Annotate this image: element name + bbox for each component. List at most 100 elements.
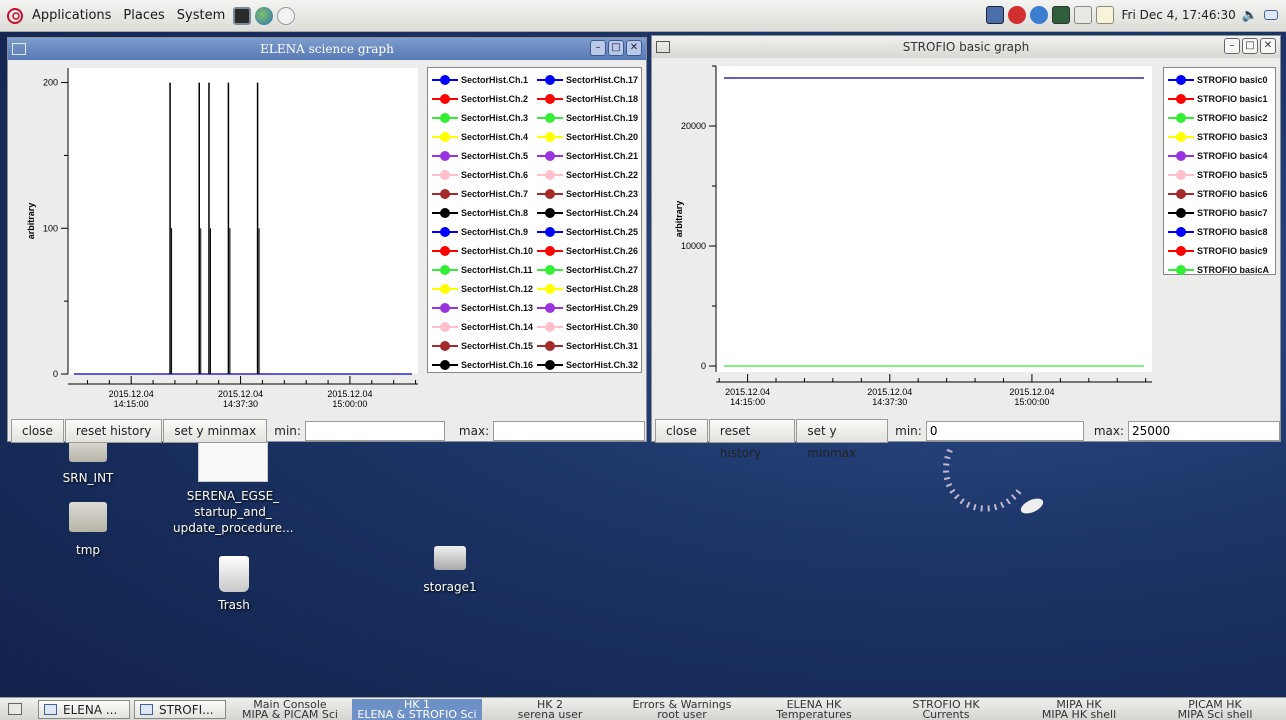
- x-tick-date-label: 2015.12.04: [1009, 387, 1054, 397]
- browser-launcher-icon[interactable]: [255, 6, 274, 25]
- menu-places[interactable]: Places: [123, 8, 164, 23]
- update-notifier-icon[interactable]: [1007, 6, 1026, 24]
- legend-swatch-marker: [432, 284, 458, 294]
- legend-label: SectorHist.Ch.17: [566, 75, 639, 85]
- legend-label: SectorHist.Ch.12: [461, 284, 534, 294]
- taskbar-item-elena[interactable]: ELENA ...: [38, 700, 130, 719]
- monitor-icon[interactable]: [985, 6, 1004, 24]
- reset-history-button[interactable]: reset history: [708, 419, 796, 460]
- legend-swatch-marker: [537, 208, 563, 218]
- legend-label: SectorHist.Ch.11: [461, 265, 533, 275]
- maximize-button[interactable]: □: [1242, 38, 1258, 54]
- x-tick-date-label: 2015.12.04: [109, 389, 154, 399]
- close-button[interactable]: close: [11, 419, 64, 443]
- legend-label: SectorHist.Ch.27: [566, 265, 639, 275]
- menu-applications[interactable]: Applications: [32, 8, 111, 23]
- desktop-icon-tmp[interactable]: tmp: [48, 502, 128, 557]
- y-tick-label: 200: [43, 78, 58, 88]
- set-y-minmax-button[interactable]: set y minmax: [163, 419, 268, 443]
- max-input[interactable]: [493, 421, 646, 441]
- workspace-3[interactable]: HK 2 serena user: [486, 699, 614, 720]
- accessibility-icon[interactable]: [1029, 6, 1048, 24]
- elena-window-titlebar[interactable]: ELENA science graph – □ ✕: [8, 38, 646, 60]
- legend-entry: STROFIO basic5: [1168, 166, 1268, 184]
- legend-entry: SectorHist.Ch.18: [537, 90, 638, 108]
- search-icon[interactable]: [1073, 6, 1092, 24]
- menu-system[interactable]: System: [177, 8, 225, 23]
- desktop-icon-storage1[interactable]: storage1: [410, 546, 490, 594]
- x-tick-date-label: 2015.12.04: [725, 387, 770, 397]
- legend-entry: SectorHist.Ch.10: [432, 242, 533, 260]
- x-tick-date-label: 2015.12.04: [327, 389, 372, 399]
- strofio-window-titlebar[interactable]: STROFIO basic graph – □ ✕: [652, 36, 1280, 58]
- show-desktop-icon[interactable]: [8, 703, 22, 715]
- legend-entry: SectorHist.Ch.16: [432, 356, 533, 374]
- x-tick-time-label: 14:15:00: [114, 399, 149, 409]
- desktop-icon-serena-egse-doc[interactable]: SERENA_EGSE_ startup_and_ update_procedu…: [158, 440, 308, 536]
- workspace-2[interactable]: HK 1 ELENA & STROFIO Sci: [352, 699, 482, 720]
- desktop-icon-trash[interactable]: Trash: [194, 556, 274, 612]
- reset-history-button[interactable]: reset history: [64, 419, 163, 443]
- legend-swatch-marker: [537, 227, 563, 237]
- minimize-button[interactable]: –: [1224, 38, 1240, 54]
- legend-label: SectorHist.Ch.14: [461, 322, 534, 332]
- elena-legend: SectorHist.Ch.1 SectorHist.Ch.2 SectorHist…: [427, 67, 642, 373]
- legend-entry: SectorHist.Ch.1: [432, 71, 528, 89]
- taskbar-item-strofio[interactable]: STROFI...: [134, 700, 226, 719]
- display-icon[interactable]: [1051, 6, 1070, 24]
- legend-swatch-marker: [537, 75, 563, 85]
- min-input[interactable]: [925, 421, 1084, 441]
- min-label: min:: [274, 424, 301, 438]
- legend-label: STROFIO basic5: [1197, 170, 1268, 180]
- workspace-4[interactable]: Errors & Warnings root user: [618, 699, 746, 720]
- workspace-1[interactable]: Main Console MIPA & PICAM Sci: [232, 699, 348, 720]
- legend-label: STROFIO basic1: [1197, 94, 1268, 104]
- distro-logo-icon[interactable]: [6, 7, 24, 25]
- workspace-5[interactable]: ELENA HK Temperatures: [750, 699, 878, 720]
- volume-icon[interactable]: 🔈: [1242, 8, 1258, 23]
- window-icon: [44, 704, 57, 715]
- show-desktop-icon[interactable]: [1264, 10, 1278, 20]
- legend-entry: SectorHist.Ch.4: [432, 128, 528, 146]
- desktop-icon-srn-int[interactable]: SRN_INT: [48, 440, 128, 485]
- legend-entry: SectorHist.Ch.28: [537, 280, 638, 298]
- close-window-button[interactable]: ✕: [1260, 38, 1276, 54]
- workspace-6[interactable]: STROFIO HK Currents: [882, 699, 1010, 720]
- legend-swatch-marker: [537, 189, 563, 199]
- close-window-button[interactable]: ✕: [626, 40, 642, 56]
- legend-entry: SectorHist.Ch.7: [432, 185, 528, 203]
- legend-label: SectorHist.Ch.26: [566, 246, 639, 256]
- workspace-7[interactable]: MIPA HK MIPA HK shell: [1014, 699, 1144, 720]
- strofio-button-bar: close reset history set y minmax min: ma…: [652, 418, 1280, 460]
- legend-label: SectorHist.Ch.18: [566, 94, 639, 104]
- legend-swatch-marker: [432, 265, 458, 275]
- legend-swatch-marker: [432, 227, 458, 237]
- min-input[interactable]: [304, 421, 445, 441]
- max-input[interactable]: [1128, 421, 1280, 441]
- legend-entry: STROFIO basic0: [1168, 71, 1268, 89]
- x-tick-date-label: 2015.12.04: [218, 389, 263, 399]
- set-y-minmax-button[interactable]: set y minmax: [796, 419, 889, 460]
- legend-swatch-marker: [537, 303, 563, 313]
- legend-label: SectorHist.Ch.3: [461, 113, 529, 123]
- document-icon[interactable]: [1095, 6, 1114, 24]
- workspace-8[interactable]: PICAM HK MIPA Sci shell: [1148, 699, 1282, 720]
- desktop-icon-label: SERENA_EGSE_ startup_and_ update_procedu…: [173, 489, 294, 535]
- x-tick-time-label: 14:37:30: [223, 399, 258, 409]
- close-button[interactable]: close: [655, 419, 708, 443]
- legend-swatch-marker: [432, 341, 458, 351]
- workspace-subtitle: MIPA HK shell: [1041, 708, 1117, 720]
- legend-entry: SectorHist.Ch.13: [432, 299, 533, 317]
- legend-label: SectorHist.Ch.4: [461, 132, 529, 142]
- panel-clock[interactable]: Fri Dec 4, 17:46:30: [1122, 8, 1236, 22]
- legend-swatch-marker: [1168, 246, 1194, 256]
- legend-label: SectorHist.Ch.29: [566, 303, 639, 313]
- min-label: min:: [895, 424, 922, 438]
- maximize-button[interactable]: □: [608, 40, 624, 56]
- plot-area: [716, 66, 1152, 372]
- window-menu-icon[interactable]: [12, 43, 26, 55]
- network-launcher-icon[interactable]: [277, 6, 296, 25]
- minimize-button[interactable]: –: [590, 40, 606, 56]
- window-menu-icon[interactable]: [656, 41, 670, 53]
- terminal-launcher-icon[interactable]: [233, 6, 252, 25]
